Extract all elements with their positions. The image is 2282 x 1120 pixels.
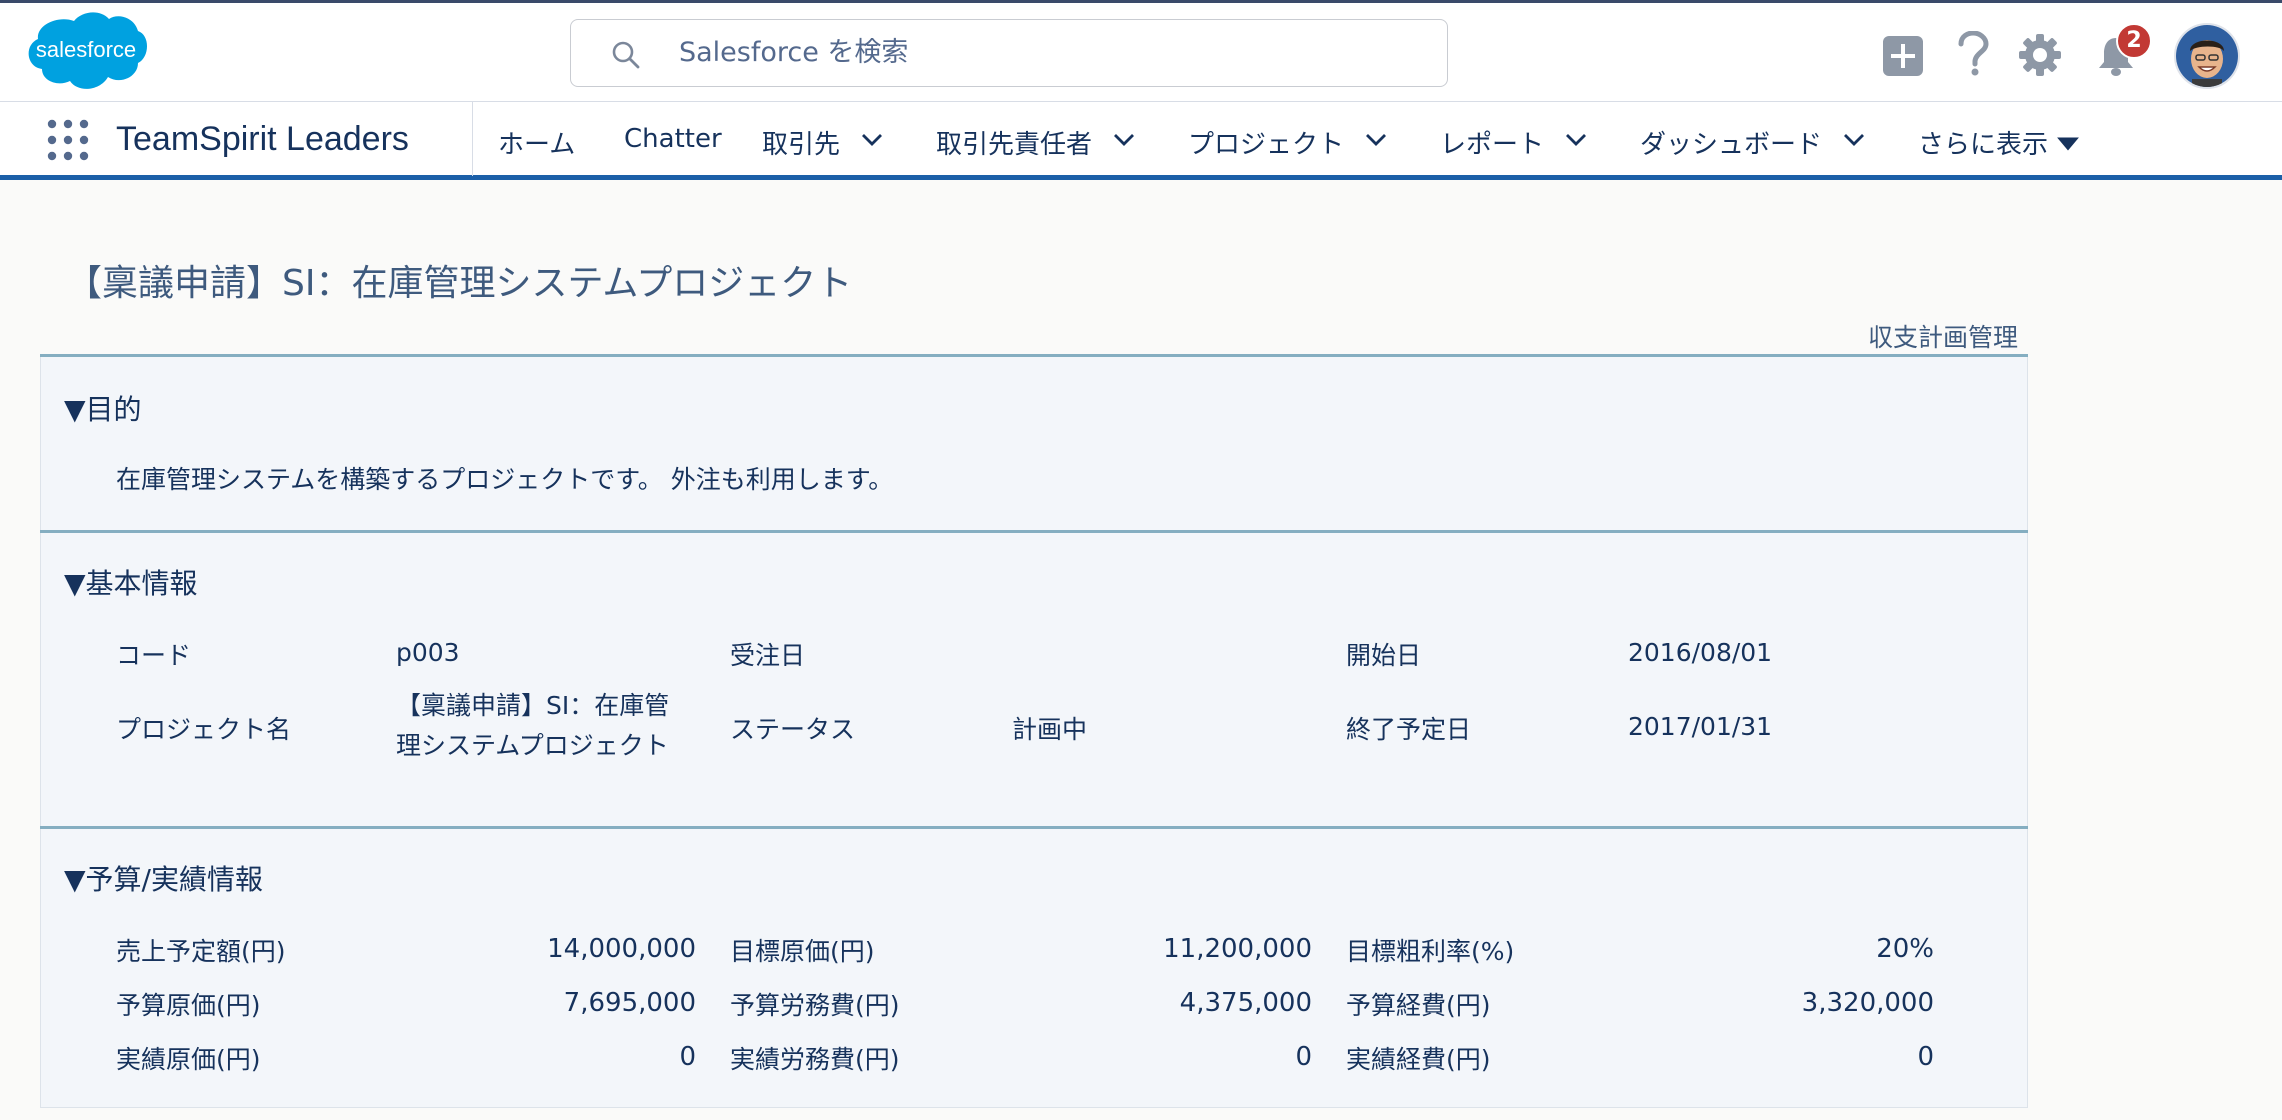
- field-value-end-date: 2017/01/31: [1628, 712, 1773, 741]
- section-divider: [40, 354, 2028, 357]
- field-value-project-name: 【稟議申請】SI：在庫管理システムプロジェクト: [396, 691, 670, 760]
- nav-divider: [472, 102, 473, 176]
- field-value-target-margin: 20%: [1876, 934, 1934, 964]
- page-title: 【稟議申請】SI：在庫管理システムプロジェクト: [66, 263, 853, 304]
- plus-icon[interactable]: [1882, 35, 1924, 77]
- nav-item-dashboards[interactable]: ダッシュボード: [1640, 124, 1822, 161]
- field-value-actual-cost: 0: [679, 1042, 696, 1072]
- section-heading-purpose[interactable]: ▼目的: [64, 388, 142, 428]
- chevron-down-icon[interactable]: [1564, 132, 1588, 148]
- app-name: TeamSpirit Leaders: [116, 120, 409, 158]
- chevron-down-icon[interactable]: [1842, 132, 1866, 148]
- nav-item-reports[interactable]: レポート: [1440, 124, 1544, 161]
- salesforce-logo[interactable]: salesforce: [22, 7, 150, 97]
- search-input[interactable]: [679, 20, 1379, 84]
- help-icon[interactable]: [1956, 31, 1990, 77]
- logo-text: salesforce: [35, 37, 137, 62]
- section-heading-budget[interactable]: ▼予算/実績情報: [64, 858, 263, 898]
- search-icon: [612, 41, 640, 69]
- chevron-down-icon[interactable]: [1364, 132, 1388, 148]
- field-value-actual-expense: 0: [1917, 1042, 1934, 1072]
- global-search[interactable]: [570, 19, 1448, 87]
- field-label-actual-cost: 実績原価(円): [116, 1045, 261, 1074]
- chevron-down-icon[interactable]: [860, 132, 884, 148]
- nav-item-projects[interactable]: プロジェクト: [1188, 124, 1344, 161]
- field-label-end-date: 終了予定日: [1346, 715, 1472, 744]
- chevron-down-icon[interactable]: [1112, 132, 1136, 148]
- budget-plan-link[interactable]: 収支計画管理: [1868, 318, 2018, 354]
- field-value-status: 計画中: [1012, 715, 1088, 744]
- field-label-planned-sales: 売上予定額(円): [116, 937, 286, 966]
- field-label-actual-labor: 実績労務費(円): [730, 1045, 900, 1074]
- field-label-target-margin: 目標粗利率(%): [1346, 937, 1515, 966]
- nav-item-home[interactable]: ホーム: [498, 124, 575, 161]
- field-value-budget-expense: 3,320,000: [1801, 988, 1934, 1018]
- field-value-planned-sales: 14,000,000: [547, 934, 696, 964]
- field-value-target-cost: 11,200,000: [1163, 934, 1312, 964]
- field-label-target-cost: 目標原価(円): [730, 937, 875, 966]
- nav-item-accounts[interactable]: 取引先: [762, 124, 840, 161]
- field-label-code: コード: [116, 641, 192, 670]
- nav-item-more[interactable]: さらに表示: [1918, 124, 2048, 161]
- field-label-budget-expense: 予算経費(円): [1346, 991, 1491, 1020]
- field-label-actual-expense: 実績経費(円): [1346, 1045, 1491, 1074]
- app-launcher-icon[interactable]: [46, 118, 90, 162]
- field-label-order-date: 受注日: [730, 641, 806, 670]
- field-value-start-date: 2016/08/01: [1628, 638, 1773, 667]
- field-label-budget-cost: 予算原価(円): [116, 991, 261, 1020]
- section-heading-basic-info[interactable]: ▼基本情報: [64, 562, 198, 602]
- field-value-code: p003: [396, 638, 460, 667]
- notification-badge: 2: [2116, 23, 2152, 59]
- app-navigation-bar: TeamSpirit Leaders ホーム Chatter 取引先 取引先責任…: [0, 102, 2282, 180]
- field-label-budget-labor: 予算労務費(円): [730, 991, 900, 1020]
- field-label-project-name: プロジェクト名: [116, 715, 292, 744]
- nav-item-contacts[interactable]: 取引先責任者: [936, 124, 1092, 161]
- global-header: salesforce Salesforce を検索 2: [0, 0, 2282, 102]
- purpose-text: 在庫管理システムを構築するプロジェクトです。 外注も利用します。: [116, 465, 894, 494]
- section-divider: [40, 530, 2028, 533]
- field-label-status: ステータス: [730, 715, 856, 744]
- section-divider: [40, 826, 2028, 829]
- field-value-actual-labor: 0: [1295, 1042, 1312, 1072]
- field-value-budget-cost: 7,695,000: [563, 988, 696, 1018]
- avatar[interactable]: [2174, 23, 2240, 89]
- caret-down-icon[interactable]: [2056, 136, 2080, 152]
- field-value-budget-labor: 4,375,000: [1179, 988, 1312, 1018]
- nav-item-chatter[interactable]: Chatter: [624, 124, 722, 154]
- gear-icon[interactable]: [2018, 33, 2062, 77]
- field-label-start-date: 開始日: [1346, 641, 1422, 670]
